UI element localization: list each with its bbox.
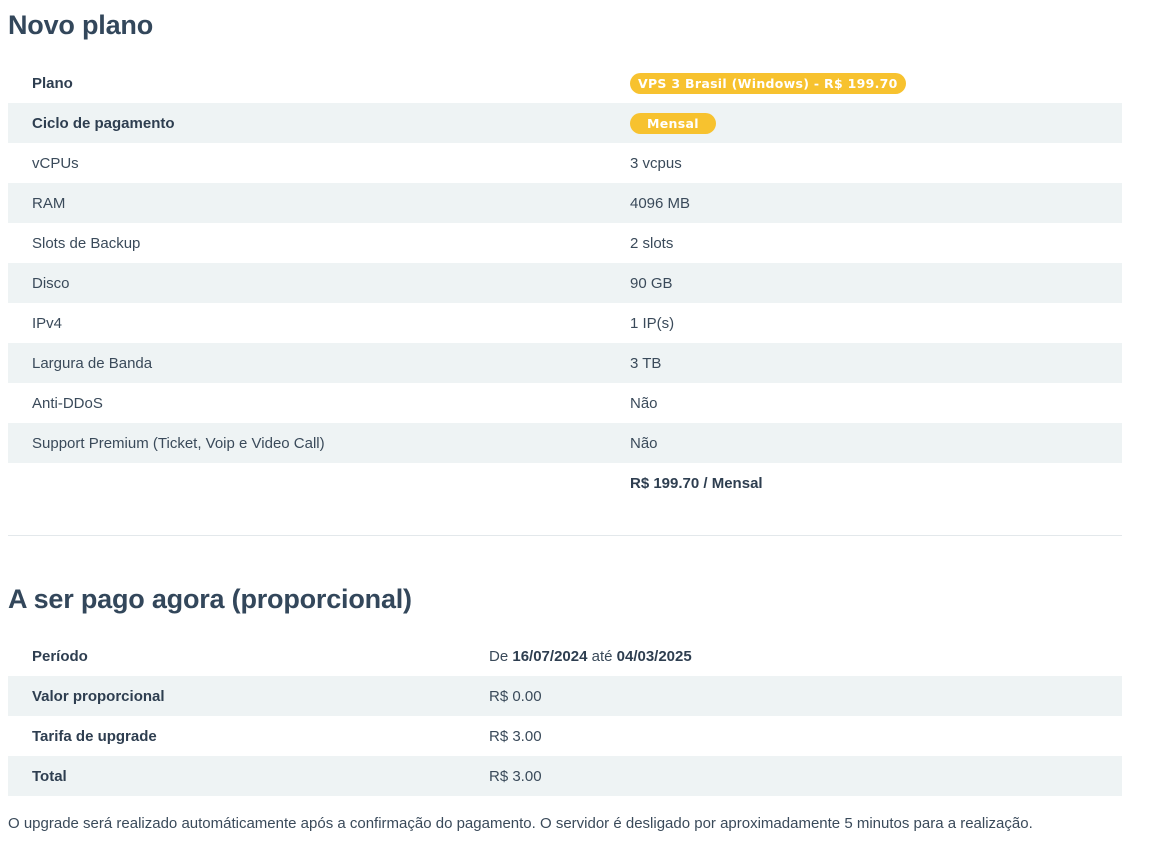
- table-row-period: Período De 16/07/2024 até 04/03/2025: [8, 636, 1122, 676]
- spec-label: vCPUs: [32, 154, 79, 172]
- spec-value: Não: [630, 394, 658, 412]
- spec-label: IPv4: [32, 314, 63, 332]
- cycle-badge: Mensal: [630, 112, 716, 134]
- table-row-backup: Slots de Backup 2 slots: [8, 223, 1122, 263]
- table-row-support: Support Premium (Ticket, Voip e Video Ca…: [8, 423, 1122, 463]
- table-row-cycle: Ciclo de pagamento Mensal: [8, 103, 1122, 143]
- spec-label: Slots de Backup: [32, 234, 141, 252]
- spec-label: Disco: [32, 274, 70, 292]
- table-row-antiddos: Anti-DDoS Não: [8, 383, 1122, 423]
- spec-value: 1 IP(s): [630, 314, 675, 332]
- table-row-prorated: Valor proporcional R$ 0.00: [8, 676, 1122, 716]
- period-end: 04/03/2025: [616, 647, 692, 665]
- table-row-ram: RAM 4096 MB: [8, 183, 1122, 223]
- plan-label: Plano: [32, 74, 73, 92]
- spec-value: 4096 MB: [630, 194, 691, 212]
- spec-value: 3 TB: [630, 354, 662, 372]
- spec-value: Não: [630, 434, 658, 452]
- charge-value: R$ 3.00: [489, 767, 542, 785]
- plan-total: R$ 199.70 / Mensal: [630, 474, 763, 492]
- charge-label: Tarifa de upgrade: [32, 727, 157, 745]
- table-row-total: R$ 199.70 / Mensal: [8, 463, 1122, 503]
- table-row-bandwidth: Largura de Banda 3 TB: [8, 343, 1122, 383]
- table-row-total-due: Total R$ 3.00: [8, 756, 1122, 796]
- charge-value: R$ 3.00: [489, 727, 542, 745]
- new-plan-title: Novo plano: [8, 10, 153, 40]
- upgrade-note: O upgrade será realizado automáticamente…: [8, 815, 1033, 832]
- charge-label: Valor proporcional: [32, 687, 165, 705]
- spec-label: Anti-DDoS: [32, 394, 103, 412]
- pay-now-title: A ser pago agora (proporcional): [8, 584, 412, 614]
- period-prefix: De: [489, 647, 509, 665]
- spec-label: Largura de Banda: [32, 354, 153, 372]
- table-row-plan: Plano VPS 3 Brasil (Windows) - R$ 199.70: [8, 63, 1122, 103]
- table-row-vcpus: vCPUs 3 vcpus: [8, 143, 1122, 183]
- charge-value: R$ 0.00: [489, 687, 542, 705]
- period-label: Período: [32, 647, 88, 665]
- new-plan-table: Plano VPS 3 Brasil (Windows) - R$ 199.70…: [8, 63, 1122, 503]
- cycle-label: Ciclo de pagamento: [32, 114, 175, 132]
- period-start: 16/07/2024: [512, 647, 588, 665]
- charge-label: Total: [32, 767, 67, 785]
- spec-label: Support Premium (Ticket, Voip e Video Ca…: [32, 434, 325, 452]
- period-value: De 16/07/2024 até 04/03/2025: [489, 648, 692, 665]
- period-mid: até: [591, 647, 613, 665]
- plan-badge: VPS 3 Brasil (Windows) - R$ 199.70: [630, 72, 906, 94]
- spec-value: 3 vcpus: [630, 154, 682, 172]
- table-row-disk: Disco 90 GB: [8, 263, 1122, 303]
- spec-label: RAM: [32, 194, 66, 212]
- table-row-upgrade-fee: Tarifa de upgrade R$ 3.00: [8, 716, 1122, 756]
- spec-value: 2 slots: [630, 234, 674, 252]
- table-row-ipv4: IPv4 1 IP(s): [8, 303, 1122, 343]
- spec-value: 90 GB: [630, 274, 673, 292]
- section-divider: [8, 535, 1122, 536]
- pay-now-table: Período De 16/07/2024 até 04/03/2025 Val…: [8, 636, 1122, 796]
